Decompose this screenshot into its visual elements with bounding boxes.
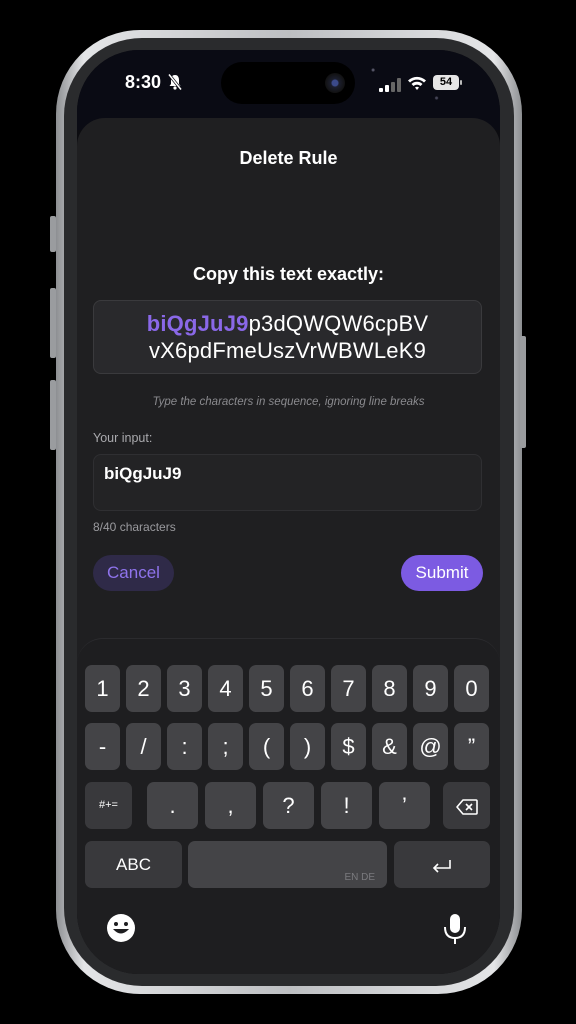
hint-text: Type the characters in sequence, ignorin… xyxy=(152,396,425,408)
key-at[interactable]: @ xyxy=(413,723,448,770)
code-line2: vX6pdFmeUszVrWBWLeK9 xyxy=(148,338,427,363)
key-5[interactable]: 5 xyxy=(249,665,284,712)
key-dollar[interactable]: $ xyxy=(331,723,366,770)
key-ampersand[interactable]: & xyxy=(372,723,407,770)
key-1[interactable]: 1 xyxy=(85,665,120,712)
key-2[interactable]: 2 xyxy=(126,665,161,712)
key-semicolon[interactable]: ; xyxy=(208,723,243,770)
battery-tip xyxy=(460,80,462,85)
status-bar: 8:30 54 xyxy=(77,62,500,104)
abc-key[interactable]: ABC xyxy=(85,841,182,888)
key-comma[interactable]: , xyxy=(205,782,256,829)
phone-screen: 8:30 54 Delete Rule Copy this text exact… xyxy=(77,50,500,974)
key-open-paren[interactable]: ( xyxy=(249,723,284,770)
symbols-key[interactable]: #+= xyxy=(85,782,132,829)
key-period[interactable]: . xyxy=(147,782,198,829)
key-7[interactable]: 7 xyxy=(331,665,366,712)
code-typed-part: biQgJuJ9 xyxy=(146,311,249,336)
cancel-button[interactable]: Cancel xyxy=(93,555,174,591)
code-input[interactable]: biQgJuJ9 xyxy=(93,454,482,511)
key-quote[interactable]: ” xyxy=(454,723,489,770)
key-exclamation[interactable]: ! xyxy=(321,782,372,829)
key-close-paren[interactable]: ) xyxy=(290,723,325,770)
copy-instruction: Copy this text exactly: xyxy=(192,264,385,284)
key-question[interactable]: ? xyxy=(263,782,314,829)
emoji-icon[interactable] xyxy=(105,912,137,944)
key-3[interactable]: 3 xyxy=(167,665,202,712)
microphone-icon[interactable] xyxy=(441,912,469,946)
key-colon[interactable]: : xyxy=(167,723,202,770)
character-count: 8/40 characters xyxy=(93,520,176,534)
silent-bell-icon xyxy=(167,73,183,91)
key-hyphen[interactable]: - xyxy=(85,723,120,770)
space-language-label: EN DE xyxy=(344,872,375,883)
backspace-key[interactable] xyxy=(443,782,490,829)
cellular-signal-icon xyxy=(379,78,401,92)
key-6[interactable]: 6 xyxy=(290,665,325,712)
camera-icon xyxy=(325,73,345,93)
volume-down-button xyxy=(50,380,56,450)
battery-indicator: 54 xyxy=(433,75,459,90)
keyboard: 1 2 3 4 5 6 7 8 9 0 - / : ; ( ) $ & @ ” … xyxy=(77,638,500,974)
return-icon xyxy=(432,860,451,873)
key-8[interactable]: 8 xyxy=(372,665,407,712)
key-0[interactable]: 0 xyxy=(454,665,489,712)
dynamic-island xyxy=(221,62,355,104)
wifi-icon xyxy=(408,76,426,90)
key-9[interactable]: 9 xyxy=(413,665,448,712)
key-slash[interactable]: / xyxy=(126,723,161,770)
action-button xyxy=(50,216,56,252)
code-remaining-line1: p3dQWQW6cpBV xyxy=(248,311,429,336)
return-key[interactable] xyxy=(394,841,490,888)
backspace-icon xyxy=(455,799,478,815)
confirmation-code: biQgJuJ9p3dQWQW6cpBV vX6pdFmeUszVrWBWLeK… xyxy=(93,300,482,374)
sheet-title: Delete Rule xyxy=(239,148,338,168)
space-bar[interactable]: EN DE xyxy=(188,841,387,888)
key-4[interactable]: 4 xyxy=(208,665,243,712)
key-apostrophe[interactable]: ’ xyxy=(379,782,430,829)
status-time: 8:30 xyxy=(125,72,162,92)
input-label: Your input: xyxy=(93,431,153,445)
submit-button[interactable]: Submit xyxy=(401,555,483,591)
volume-up-button xyxy=(50,288,56,358)
power-button xyxy=(520,336,526,448)
